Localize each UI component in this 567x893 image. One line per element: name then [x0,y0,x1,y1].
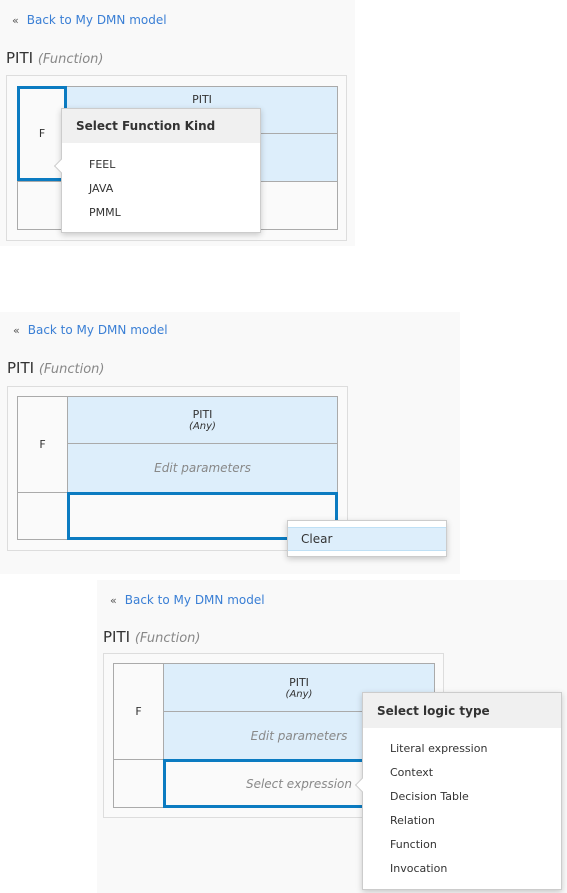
menu-item-literal-expression[interactable]: Literal expression [390,742,487,755]
double-chevron-left-icon: « [12,14,19,27]
title-kind: (Function) [38,362,105,377]
title-name: PITI [103,628,131,646]
screen-function-kind: « Back to My DMN model PITI (Function) PI… [0,0,355,246]
menu-item-clear[interactable]: Clear [288,527,446,551]
params-text: Edit parameters [154,461,251,475]
back-link-label[interactable]: Back to My DMN model [28,323,168,337]
back-link-label[interactable]: Back to My DMN model [27,13,167,27]
f-label: F [38,127,46,140]
body-row-index-cell [17,492,68,540]
menu-item-relation[interactable]: Relation [390,814,435,827]
name-text: PITI [289,675,309,689]
page-title: PITI (Function) [103,628,200,646]
context-menu: Clear [287,520,447,557]
name-text: PITI [192,408,213,421]
params-cell[interactable]: Edit parameters [67,443,338,493]
function-kind-popup: Select Function Kind FEEL JAVA PMML [53,108,261,233]
menu-item-context[interactable]: Context [390,766,433,779]
type-text: (Any) [285,688,313,700]
f-label: F [135,705,142,718]
body-row-index-cell [113,759,164,808]
double-chevron-left-icon: « [110,594,117,607]
menu-item-java[interactable]: JAVA [89,182,113,195]
menu-item-feel[interactable]: FEEL [89,158,115,171]
title-kind: (Function) [134,631,201,646]
back-link[interactable]: « Back to My DMN model [110,593,265,607]
title-name: PITI [6,49,34,67]
menu-item-decision-table[interactable]: Decision Table [390,790,469,803]
menu-item-function[interactable]: Function [390,838,437,851]
function-kind-cell[interactable]: F [17,396,68,493]
select-expression-text: Select expression [245,776,353,791]
page-title: PITI (Function) [6,49,103,67]
title-name: PITI [7,359,35,377]
popup-header: Select logic type [363,693,561,728]
screen-logic-type: «Back to My DMN model PITI (Function) F … [97,580,567,893]
back-link[interactable]: « Back to My DMN model [12,13,167,27]
back-link[interactable]: « Back to My DMN model [13,323,168,337]
logic-type-popup: Select logic type Literal expression Con… [354,692,562,890]
back-link-label[interactable]: Back to My DMN model [125,593,265,607]
menu-item-pmml[interactable]: PMML [89,206,121,219]
function-kind-cell[interactable]: F [113,663,164,760]
body-row-index-cell [17,181,67,230]
name-cell[interactable]: PITI (Any) [67,396,338,444]
title-kind: (Function) [37,52,104,67]
screen-clear-menu: «Back to My DMN model PITI (Function) F … [0,312,460,574]
type-text: (Any) [189,421,216,432]
popup-header: Select Function Kind [62,109,260,143]
page-title: PITI (Function) [7,359,104,377]
params-text: Edit parameters [250,728,348,743]
name-text: PITI [192,93,212,106]
f-label: F [39,438,46,451]
double-chevron-left-icon: « [13,324,20,337]
menu-item-invocation[interactable]: Invocation [390,862,447,875]
